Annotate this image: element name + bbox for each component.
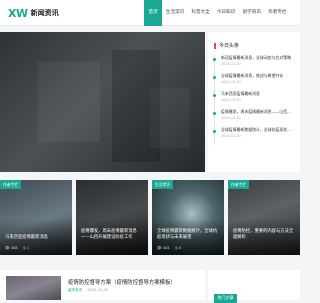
card-views-count: 348 — [10, 246, 18, 250]
headline-date: 2024-12-30 — [221, 62, 241, 66]
card-meta: 👁 348 ◷ 1 — [5, 246, 29, 250]
headline-title[interactable]: 马来西亚疫情最新消息 — [221, 91, 294, 97]
headline-title[interactable]: 疫情爆发，周末疫情最新消息——山西开展建 — [221, 109, 294, 115]
headline-item[interactable]: 全球疫情最新数据统计，全球抗疫现状与未来 2024-12-30 — [213, 127, 294, 145]
card-views: 👁 348 — [5, 246, 18, 250]
site-header: XW 新闻资讯 首页 生活常识 科普大全 今日知识 留学资讯 作者专栏 — [0, 0, 300, 26]
hero-shape — [150, 88, 190, 148]
hot-articles-panel: 热门文章 — [208, 270, 300, 303]
heading-accent-bar — [214, 42, 216, 49]
card-title[interactable]: 全球疫情最新数据统计，全球抗疫现状与未来展望 — [157, 229, 220, 241]
timeline-dot-icon — [213, 112, 216, 115]
timeline-dot-icon — [213, 58, 216, 61]
card-category-tag[interactable]: 生活常识 — [152, 180, 174, 189]
headline-item[interactable]: 马来西亚疫情最新消息 2024-12-30 — [213, 91, 294, 109]
headline-item[interactable]: 全球疫情最新消息，挑战与希望并存 2024-12-30 — [213, 73, 294, 91]
article-thumbnail[interactable] — [6, 276, 61, 300]
main-nav: 首页 生活常识 科普大全 今日知识 留学资讯 作者专栏 — [144, 0, 290, 26]
card-views-count: 344 — [162, 246, 170, 250]
logo-mark: XW — [8, 6, 28, 20]
card-time-value: 0 — [178, 246, 182, 250]
headline-title[interactable]: 新冠疫情最新消息，全球动态与应对策略 — [221, 55, 294, 61]
card-time-value: 1 — [26, 246, 30, 250]
nav-item-home[interactable]: 首页 — [144, 0, 163, 26]
article-meta: 留学资讯 2024-12-30 — [68, 288, 108, 293]
headlines-heading-text: 今日头条 — [219, 43, 240, 49]
hero-banner-image[interactable] — [0, 32, 205, 172]
card-time: ◷ 1 — [22, 246, 30, 250]
headline-date: 2024-12-30 — [221, 134, 241, 138]
headline-item[interactable]: 新冠疫情最新消息，全球动态与应对策略 2024-12-30 — [213, 55, 294, 73]
logo-text: 新闻资讯 — [30, 9, 59, 17]
card-title[interactable]: 疫情爆发，周末疫情最新消息——山西开展建设防疫工作 — [81, 229, 144, 241]
headline-date: 2024-12-30 — [221, 98, 241, 102]
nav-item-study-abroad[interactable]: 留学资讯 — [239, 0, 265, 26]
card-title[interactable]: 疫情防控，重要的内容与方法全面解析 — [233, 229, 296, 241]
nav-item-science[interactable]: 科普大全 — [188, 0, 214, 26]
headline-title[interactable]: 全球疫情最新消息，挑战与希望并存 — [221, 73, 294, 79]
timeline-dot-icon — [213, 76, 216, 79]
card-category-tag[interactable]: 作者专栏 — [0, 180, 22, 189]
headline-title[interactable]: 全球疫情最新数据统计，全球抗疫现状与未来 — [221, 127, 294, 133]
featured-card[interactable]: 作者专栏 马来西亚疫情最新消息 👁 348 ◷ 1 — [0, 180, 72, 255]
article-list-item[interactable]: 疫情防控督导方案（疫情防控督导方案模板） 留学资讯 2024-12-30 — [0, 270, 205, 300]
headline-date: 2024-12-30 — [221, 116, 241, 120]
featured-card[interactable]: 疫情爆发，周末疫情最新消息——山西开展建设防疫工作 — [76, 180, 148, 255]
hot-articles-tab[interactable]: 热门文章 — [214, 293, 237, 303]
article-title[interactable]: 疫情防控督导方案（疫情防控督导方案模板） — [68, 278, 176, 286]
featured-card[interactable]: 生活常识 全球疫情最新数据统计，全球抗疫现状与未来展望 👁 344 ◷ 0 — [152, 180, 224, 255]
timeline-dot-icon — [213, 94, 216, 97]
card-meta: 👁 344 ◷ 0 — [157, 246, 181, 250]
headlines-list: 新冠疫情最新消息，全球动态与应对策略 2024-12-30 全球疫情最新消息，挑… — [213, 55, 294, 145]
card-title[interactable]: 马来西亚疫情最新消息 — [5, 235, 68, 241]
site-logo[interactable]: XW 新闻资讯 — [8, 6, 59, 20]
timeline-dot-icon — [213, 130, 216, 133]
featured-cards: 作者专栏 马来西亚疫情最新消息 👁 348 ◷ 1 疫情爆发，周末疫情最新消息—… — [0, 180, 300, 255]
headline-item[interactable]: 疫情爆发，周末疫情最新消息——山西开展建 2024-12-30 — [213, 109, 294, 127]
article-category[interactable]: 留学资讯 — [68, 288, 82, 293]
nav-item-author[interactable]: 作者专栏 — [265, 0, 291, 26]
card-time: ◷ 0 — [174, 246, 182, 250]
headlines-heading: 今日头条 — [214, 42, 294, 49]
headlines-sidebar: 今日头条 新冠疫情最新消息，全球动态与应对策略 2024-12-30 全球疫情最… — [208, 32, 300, 172]
nav-item-today[interactable]: 今日知识 — [213, 0, 239, 26]
card-views: 👁 344 — [157, 246, 170, 250]
hero-shape — [38, 62, 100, 142]
headline-date: 2024-12-30 — [221, 80, 241, 84]
featured-card[interactable]: 作者专栏 疫情防控，重要的内容与方法全面解析 — [228, 180, 300, 255]
nav-item-life[interactable]: 生活常识 — [162, 0, 188, 26]
article-date: 2024-12-30 — [87, 288, 109, 292]
card-category-tag[interactable]: 作者专栏 — [228, 180, 250, 189]
